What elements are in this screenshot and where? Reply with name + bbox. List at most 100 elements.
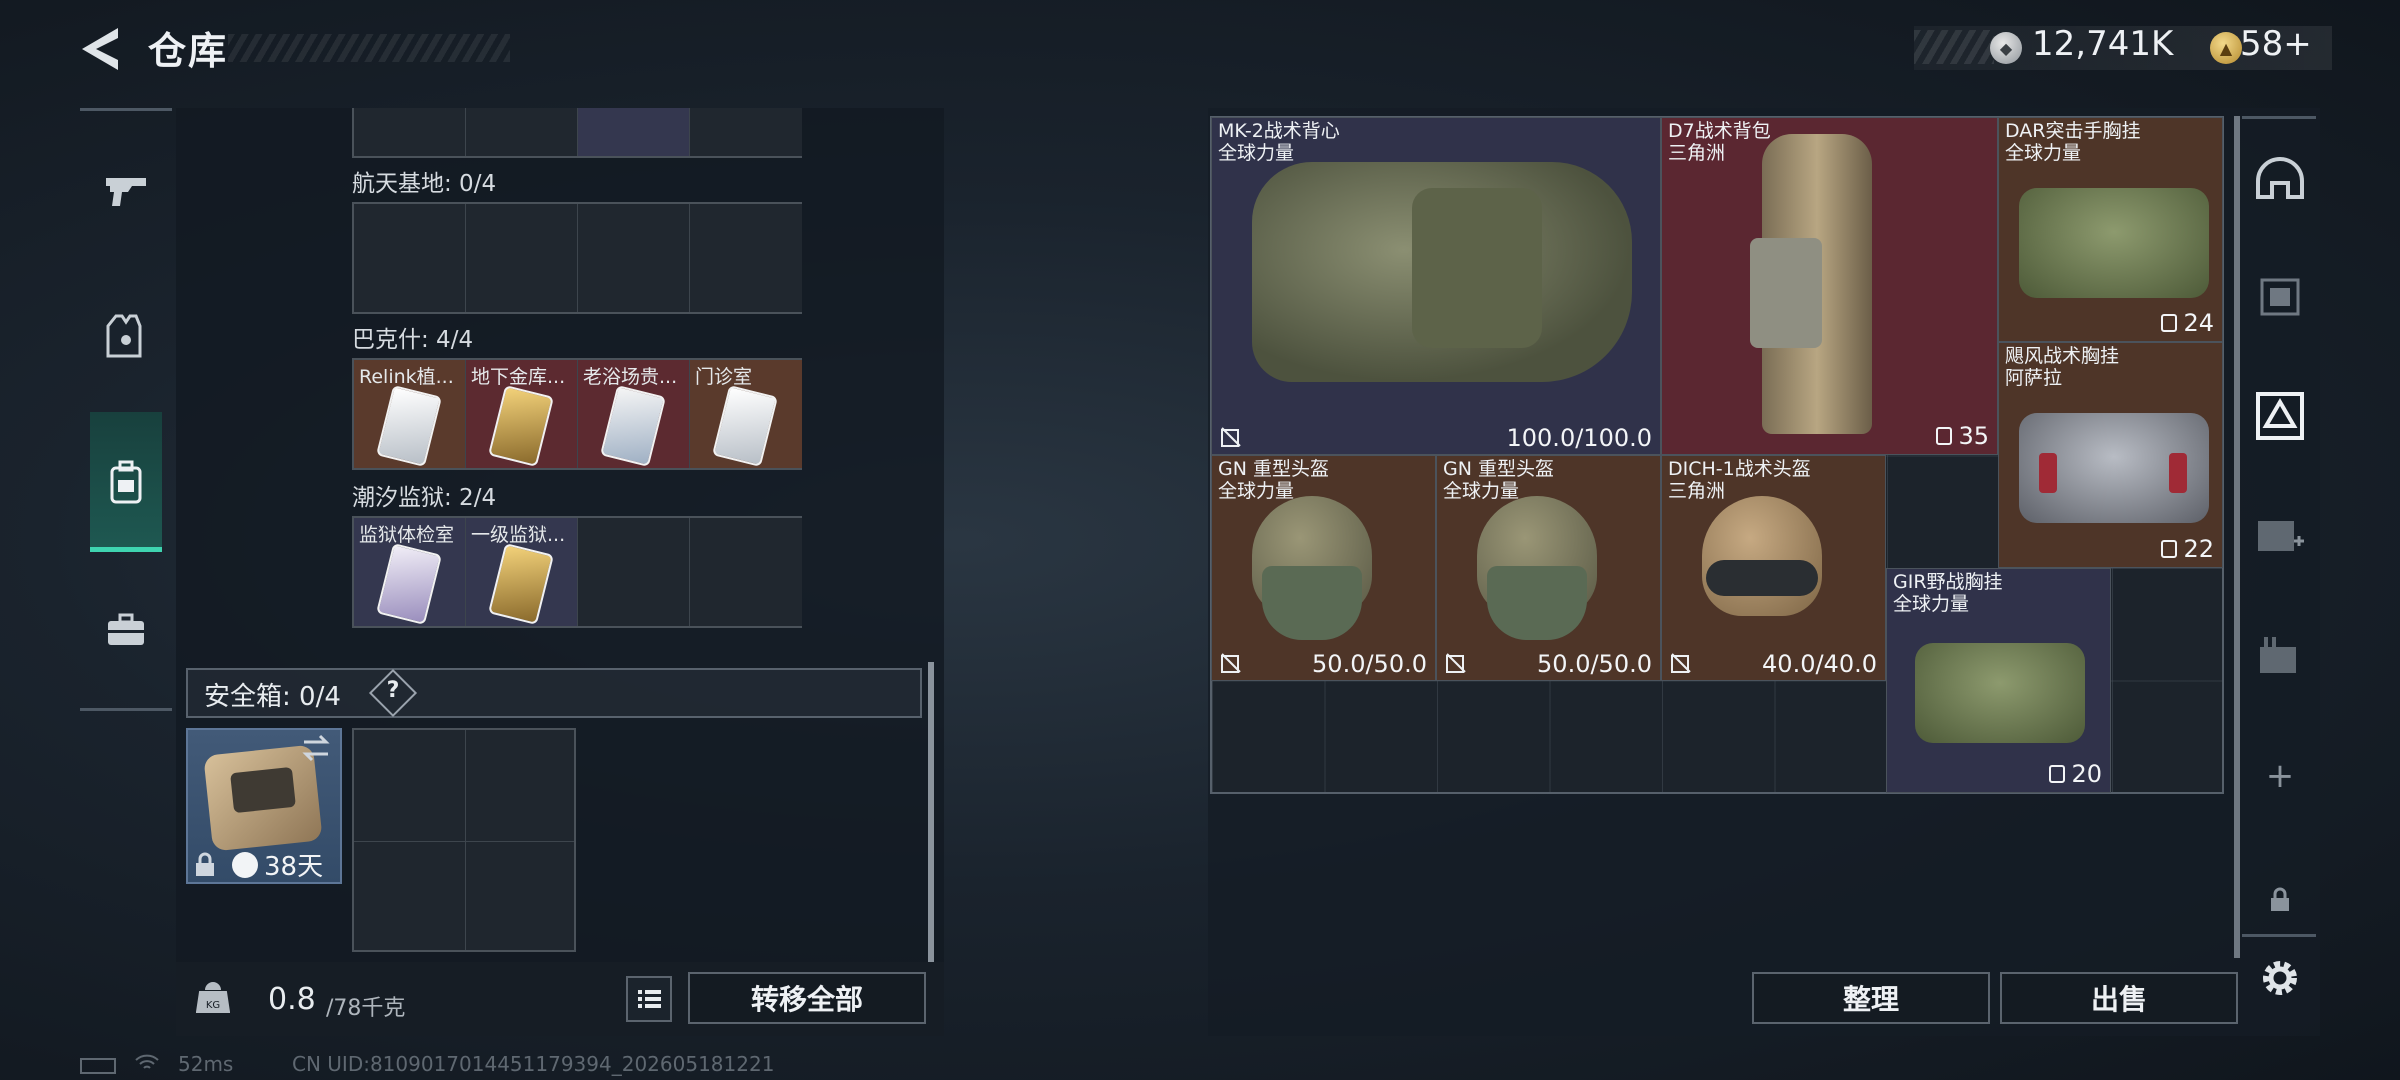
keycard-slot[interactable]: [690, 204, 802, 312]
keycard-slot[interactable]: [578, 518, 690, 626]
gold-amount[interactable]: 58+: [2240, 24, 2312, 64]
battery-icon: [80, 1058, 116, 1074]
keycard-slot[interactable]: 门诊室: [690, 360, 802, 468]
svg-text:KG: KG: [206, 1000, 220, 1011]
keycard-icon: [712, 385, 778, 467]
keycard-icon: [488, 385, 554, 467]
list-view-button[interactable]: [626, 976, 672, 1022]
keycard-grid-tidal-prison: 监狱体检室 一级监狱...: [352, 516, 802, 628]
item-d7-backpack[interactable]: D7战术背包 三角洲 35: [1661, 117, 1998, 455]
backpack-icon: [110, 460, 142, 504]
keycard-slot[interactable]: [354, 108, 466, 156]
no-repair-icon: [1446, 653, 1466, 673]
item-gir-rig[interactable]: GIR野战胸挂 全球力量 20: [1886, 568, 2111, 793]
item-dar-rig[interactable]: DAR突击手胸挂 全球力量 24: [1998, 117, 2223, 342]
right-nav-lock[interactable]: [2252, 872, 2308, 928]
keycard-slot[interactable]: [578, 108, 690, 156]
right-nav-add[interactable]: +: [2252, 748, 2308, 804]
settings-button[interactable]: [2252, 950, 2308, 1006]
keycard-slot[interactable]: 地下金库...: [466, 360, 578, 468]
keycard-slot[interactable]: 监狱体检室: [354, 518, 466, 626]
item-gn-helmet[interactable]: GN 重型头盔 全球力量 50.0/50.0: [1211, 455, 1436, 681]
item-faction: 全球力量: [1443, 480, 1520, 502]
keycard-slot[interactable]: [690, 518, 802, 626]
helmet-visor: [1262, 566, 1362, 640]
keycard-label: 老浴场贵...: [583, 366, 678, 388]
no-repair-icon: [1221, 653, 1241, 673]
item-gn-helmet[interactable]: GN 重型头盔 全球力量 50.0/50.0: [1436, 455, 1661, 681]
page-title: 仓库: [148, 29, 229, 73]
keycard-slot[interactable]: [354, 204, 466, 312]
lock-icon: [2271, 887, 2289, 911]
vest-plate: [1412, 188, 1542, 348]
keycard-section-label: 潮汐监狱: 2/4: [352, 485, 497, 511]
safebox-label: 安全箱: 0/4: [204, 682, 341, 712]
item-mk2-vest[interactable]: MK-2战术背心 全球力量 100.0/100.0: [1211, 117, 1661, 455]
keycard-section-label: 航天基地: 0/4: [352, 171, 497, 197]
item-name: GIR野战胸挂: [1893, 571, 2003, 593]
item-capacity-value: 20: [2071, 760, 2102, 788]
left-nav-weapons[interactable]: [90, 154, 162, 226]
backpack-pouch: [1750, 238, 1822, 348]
right-nav-helmet[interactable]: [2252, 150, 2308, 206]
keycard-slot[interactable]: 老浴场贵...: [578, 360, 690, 468]
item-durability: 100.0/100.0: [1506, 424, 1653, 452]
safebox-duration-text: 38天: [264, 852, 324, 882]
back-arrow-icon[interactable]: [78, 24, 124, 74]
sort-button[interactable]: 整理: [1752, 972, 1990, 1024]
silver-amount[interactable]: 12,741K: [2032, 24, 2173, 64]
safebox-duration: 38天: [232, 846, 323, 883]
right-nav-tools[interactable]: [2252, 628, 2308, 684]
item-name: GN 重型头盔: [1443, 458, 1554, 480]
helmet-slot-icon: [2256, 157, 2304, 199]
item-durability: 50.0/50.0: [1312, 650, 1427, 678]
armor-rack-icon: [2260, 278, 2300, 316]
transfer-all-button[interactable]: 转移全部: [688, 972, 926, 1024]
settings-icon: [2263, 961, 2297, 995]
left-nav-equipment[interactable]: [90, 300, 162, 372]
item-faction: 三角洲: [1668, 480, 1726, 502]
item-name: MK-2战术背心: [1218, 120, 1340, 142]
keycard-icon: [600, 385, 666, 467]
right-nav-container[interactable]: [2252, 388, 2308, 444]
help-button[interactable]: ?: [376, 678, 410, 703]
left-scrollbar[interactable]: [928, 662, 934, 962]
item-durability: 50.0/50.0: [1537, 650, 1652, 678]
gold-coin-icon: ▲: [2210, 32, 2242, 64]
keycard-slot[interactable]: [578, 204, 690, 312]
safebox-grid[interactable]: [352, 728, 576, 952]
keycard-slot[interactable]: Relink植...: [354, 360, 466, 468]
uid-text: CN UID:8109017014451179394_202605181221: [292, 1052, 775, 1076]
item-capacity: 35: [1936, 422, 1989, 450]
capacity-bag-icon: [1936, 427, 1953, 445]
item-faction: 全球力量: [1893, 593, 1970, 615]
no-repair-icon: [1221, 427, 1241, 447]
keycard-slot[interactable]: [690, 108, 802, 156]
capacity-rig-icon: [2161, 314, 2178, 332]
keycard-slot[interactable]: 一级监狱...: [466, 518, 578, 626]
chest-rig-image: [2019, 188, 2209, 298]
weight-max: /78千克: [326, 996, 406, 1021]
keycard-slot[interactable]: [466, 204, 578, 312]
helmet-image: [1702, 496, 1822, 616]
safebox-case-detail: [230, 766, 296, 814]
swap-icon[interactable]: [300, 734, 332, 762]
list-icon: [638, 990, 661, 1008]
right-nav-armor[interactable]: [2252, 268, 2308, 324]
item-dich1-helmet[interactable]: DICH-1战术头盔 三角洲 40.0/40.0: [1661, 455, 1886, 681]
sell-button[interactable]: 出售: [2000, 972, 2238, 1024]
keycard-grid-aerospace: [352, 202, 802, 314]
ping-text: 52ms: [178, 1052, 234, 1076]
right-scrollbar[interactable]: [2234, 116, 2240, 958]
gun-icon: [106, 178, 146, 206]
lock-icon: [196, 852, 214, 876]
left-nav-storage[interactable]: [90, 446, 162, 518]
item-name: DAR突击手胸挂: [2005, 120, 2141, 142]
keycard-label: 监狱体检室: [359, 524, 455, 546]
silver-coin-icon: ◆: [1990, 32, 2022, 64]
left-nav-toolbox[interactable]: [90, 594, 162, 666]
right-nav-medkit[interactable]: [2252, 506, 2308, 562]
item-hurricane-rig[interactable]: 飓风战术胸挂 阿萨拉 22: [1998, 342, 2223, 568]
clock-icon: [232, 851, 258, 878]
keycard-slot[interactable]: [466, 108, 578, 156]
